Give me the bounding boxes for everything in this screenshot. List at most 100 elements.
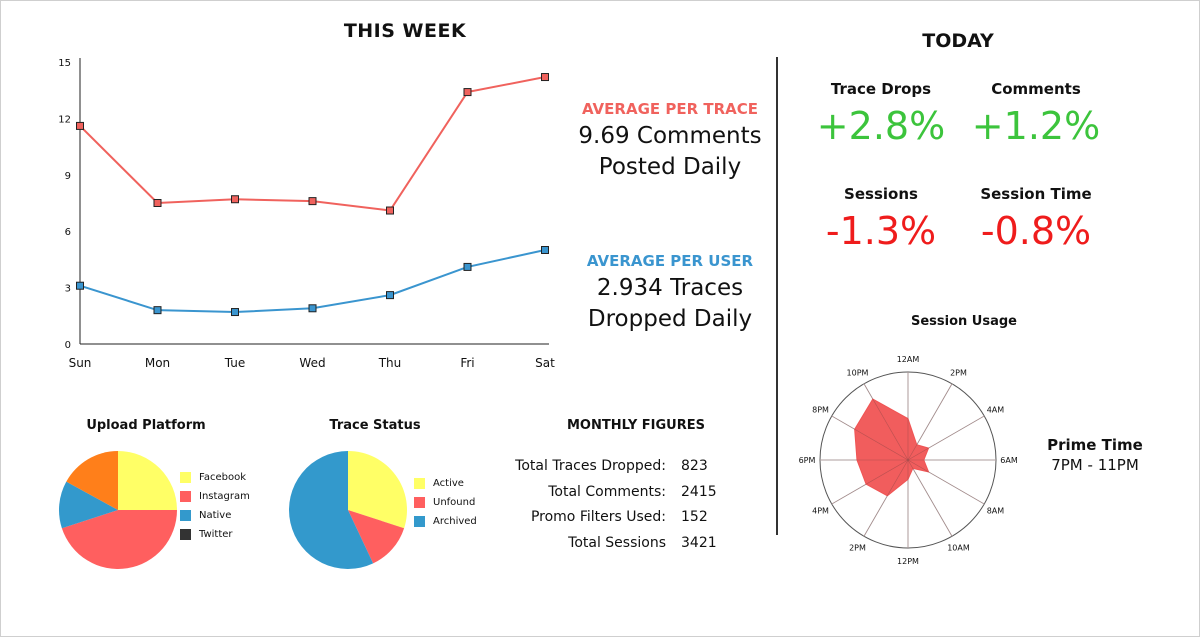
- radar-area: [854, 398, 930, 497]
- legend-swatch: [180, 529, 191, 540]
- radar-axis-label: 4AM: [987, 406, 1005, 415]
- avg-per-trace-label: AVERAGE PER TRACE: [581, 100, 759, 118]
- radar-axis-label: 2PM: [849, 543, 866, 552]
- legend-label: Twitter: [199, 529, 233, 540]
- data-point: [308, 304, 317, 313]
- session-usage-title: Session Usage: [910, 314, 1017, 329]
- data-point: [153, 199, 162, 207]
- x-tick-label: Thu: [378, 356, 402, 370]
- x-tick-label: Fri: [460, 356, 474, 370]
- legend-item: Archived: [414, 512, 477, 531]
- x-tick-label: Sat: [535, 356, 555, 370]
- kpi-comments-label: Comments: [991, 80, 1081, 98]
- radar-axis-label: 10PM: [847, 369, 869, 378]
- data-point: [386, 291, 394, 300]
- kpi-comments-value: +1.2%: [971, 104, 1101, 148]
- y-tick-label: 15: [58, 58, 71, 69]
- pie-slice: [118, 451, 177, 510]
- avg-per-user-line2: Dropped Daily: [587, 306, 753, 332]
- monthly-figures-title: MONTHLY FIGURES: [566, 418, 705, 433]
- legend-label: Instagram: [199, 491, 250, 502]
- legend-item: Unfound: [414, 493, 477, 512]
- monthly-row-value: 3421: [681, 535, 717, 551]
- legend-item: Active: [414, 474, 477, 493]
- monthly-row-label: Total Comments:: [548, 484, 666, 500]
- kpi-sessions-value: -1.3%: [825, 209, 937, 253]
- x-tick-label: Tue: [224, 356, 246, 370]
- prime-time-value: 7PM - 11PM: [1051, 456, 1139, 474]
- monthly-row: Total Sessions 3421: [480, 535, 730, 557]
- radar-axis-label: 4PM: [812, 507, 829, 516]
- legend-swatch: [180, 472, 191, 483]
- radar-axis-label: 8PM: [812, 406, 829, 415]
- monthly-row-value: 152: [681, 509, 708, 525]
- y-tick-label: 3: [65, 284, 71, 295]
- legend-item: Instagram: [180, 487, 250, 506]
- radar-axis-label: 2PM: [950, 369, 967, 378]
- data-point: [463, 262, 472, 271]
- kpi-trace-drops-value: +2.8%: [816, 104, 946, 148]
- monthly-row: Promo Filters Used: 152: [480, 509, 730, 531]
- series-line: [79, 76, 546, 212]
- data-point: [231, 195, 239, 204]
- monthly-row: Total Comments: 2415: [480, 484, 730, 506]
- radar-spoke-overlay: [907, 459, 953, 537]
- monthly-row-value: 2415: [681, 484, 717, 500]
- avg-per-user-line1: 2.934 Traces: [596, 275, 744, 301]
- data-point: [231, 308, 239, 317]
- legend-item: Native: [180, 506, 250, 525]
- data-point: [76, 121, 84, 130]
- this-week-title: THIS WEEK: [343, 20, 467, 42]
- weekly-line-chart: 0 3 6 9 12 15 Sun Mon Tue Wed Thu Fri Sat: [58, 58, 555, 370]
- y-tick-label: 6: [65, 227, 71, 238]
- x-tick-label: Wed: [299, 356, 325, 370]
- legend-swatch: [180, 491, 191, 502]
- monthly-figures-table: Total Traces Dropped: 823 Total Comments…: [480, 458, 730, 568]
- kpi-trace-drops-label: Trace Drops: [830, 80, 932, 98]
- radar-axis-label: 12PM: [897, 557, 919, 566]
- trace-status-title: Trace Status: [329, 418, 421, 433]
- trace-status-legend: Active Unfound Archived: [414, 474, 477, 531]
- legend-label: Archived: [433, 516, 477, 527]
- legend-label: Native: [199, 510, 232, 521]
- kpi-session-time-value: -0.8%: [980, 209, 1092, 253]
- data-point: [386, 206, 394, 215]
- y-tick-label: 9: [65, 171, 71, 182]
- avg-per-user-label: AVERAGE PER USER: [586, 252, 754, 270]
- data-point: [463, 88, 472, 97]
- avg-per-trace-line1: 9.69 Comments: [578, 123, 762, 149]
- legend-swatch: [414, 478, 425, 489]
- upload-platform-legend: Facebook Instagram Native Twitter: [180, 468, 250, 544]
- radar-spoke-overlay: [907, 459, 985, 505]
- session-usage-radar: 12AM 2PM 4AM 6AM 8AM 10AM 12PM 2PM 4PM 6PM 8PM 10PM: [799, 355, 1018, 566]
- y-tick-label: 12: [58, 114, 71, 125]
- legend-label: Unfound: [433, 497, 476, 508]
- legend-swatch: [180, 510, 191, 521]
- x-tick-label: Mon: [145, 356, 170, 370]
- data-point: [541, 73, 549, 82]
- prime-time-title: Prime Time: [1047, 436, 1143, 454]
- radar-spoke-overlay: [907, 415, 985, 461]
- radar-axis-label: 8AM: [987, 507, 1005, 516]
- legend-swatch: [414, 497, 425, 508]
- kpi-session-time-label: Session Time: [980, 185, 1092, 203]
- legend-swatch: [414, 516, 425, 527]
- monthly-row-value: 823: [681, 458, 708, 474]
- legend-item: Twitter: [180, 525, 250, 544]
- legend-item: Facebook: [180, 468, 250, 487]
- data-point: [153, 306, 162, 315]
- radar-axis-label: 10AM: [947, 543, 970, 552]
- monthly-row: Total Traces Dropped: 823: [480, 458, 730, 480]
- radar-axis-label: 12AM: [897, 355, 920, 364]
- data-point: [308, 197, 317, 206]
- trace-status-pie: [289, 451, 407, 569]
- y-tick-label: 0: [65, 340, 71, 351]
- today-title: TODAY: [922, 30, 994, 52]
- data-point: [541, 246, 549, 254]
- monthly-row-label: Total Sessions: [568, 535, 666, 551]
- legend-label: Active: [433, 478, 464, 489]
- monthly-row-label: Promo Filters Used:: [530, 509, 666, 525]
- radar-spoke-overlay: [907, 383, 953, 461]
- avg-per-trace-line2: Posted Daily: [598, 154, 742, 180]
- radar-axis-label: 6AM: [1000, 456, 1018, 465]
